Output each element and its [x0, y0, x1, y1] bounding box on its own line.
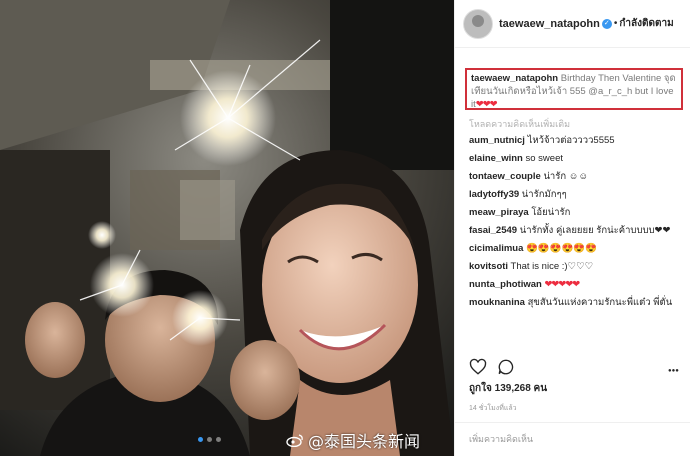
comment-text: น่ารัก ☺☺ — [543, 171, 589, 182]
more-options-icon[interactable]: ●●● — [668, 368, 679, 374]
caption-text-line1: Birthday Then — [560, 73, 620, 84]
heart-icon[interactable] — [469, 358, 487, 376]
carousel-dots — [198, 437, 221, 442]
carousel-dot-active[interactable] — [198, 437, 203, 442]
header-separator: • — [613, 18, 618, 29]
likes-count[interactable]: ถูกใจ 139,268 คน — [469, 381, 547, 396]
carousel-dot[interactable] — [216, 437, 221, 442]
caption-hearts: ❤❤❤ — [475, 99, 498, 110]
comment-username[interactable]: cicimalimua — [469, 243, 523, 254]
load-more-comments[interactable]: โหลดความคิดเห็นเพิ่มเติม — [469, 117, 570, 131]
comments-list: aum_nutnicj ไหว้จ้าวต่อวววว5555 elaine_w… — [469, 134, 683, 314]
comment-username[interactable]: aum_nutnicj — [469, 135, 525, 146]
post-timestamp: 14 ชั่วโมงที่แล้ว — [469, 405, 517, 412]
verified-badge-icon: ✓ — [601, 18, 612, 29]
comment-item: mouknanina สุขสันวันแห่งความรักนะพี่แต๋ว… — [469, 296, 683, 309]
comment-item: nunta_photiwan ❤❤❤❤❤ — [469, 278, 683, 291]
comment-username[interactable]: meaw_piraya — [469, 207, 529, 218]
comment-item: fasai_2549 น่ารักทั้ง คู่เลยยยย รักน่ะค้… — [469, 224, 683, 237]
comment-text: น่ารักทั้ง คู่เลยยยย รักน่ะค้าบบบบ❤❤ — [519, 225, 671, 236]
comment-text: That is nice :)♡♡♡ — [510, 261, 594, 272]
add-comment-input[interactable]: เพิ่มความคิดเห็น — [455, 422, 690, 456]
comment-text: โอ้ยน่ารัก — [531, 207, 571, 218]
post-actions — [469, 358, 515, 376]
comment-item: cicimalimua 😍😍😍😍😍😍 — [469, 242, 683, 255]
comment-username[interactable]: ladytoffy39 — [469, 189, 519, 200]
comment-item: tontaew_couple น่ารัก ☺☺ — [469, 170, 683, 183]
carousel-dot[interactable] — [207, 437, 212, 442]
comment-username[interactable]: elaine_winn — [469, 153, 523, 164]
comment-item: meaw_piraya โอ้ยน่ารัก — [469, 206, 683, 219]
weibo-watermark: @泰国头条新闻 — [286, 428, 420, 452]
comment-text: ไหว้จ้าวต่อวววว5555 — [527, 135, 615, 146]
comment-item: aum_nutnicj ไหว้จ้าวต่อวววว5555 — [469, 134, 683, 147]
comment-text: so sweet — [525, 153, 564, 164]
comment-username[interactable]: mouknanina — [469, 297, 525, 308]
comment-item: kovitsoti That is nice :)♡♡♡ — [469, 260, 683, 273]
comment-username[interactable]: nunta_photiwan — [469, 279, 542, 290]
weibo-icon — [286, 434, 303, 447]
comment-username[interactable]: fasai_2549 — [469, 225, 517, 236]
comment-item: ladytoffy39 น่ารักมักๆๆ — [469, 188, 683, 201]
header-username[interactable]: taewaew_natapohn — [499, 18, 600, 30]
comment-item: elaine_winn so sweet — [469, 152, 683, 165]
comment-username[interactable]: tontaew_couple — [469, 171, 541, 182]
post-side-panel: taewaew_natapohn ✓ • กำลังติดตาม taewaew… — [454, 0, 690, 456]
comment-text: 😍😍😍😍😍😍 — [526, 243, 598, 254]
comment-username[interactable]: kovitsoti — [469, 261, 508, 272]
avatar[interactable] — [463, 8, 493, 39]
caption-username[interactable]: taewaew_natapohn — [471, 73, 558, 84]
post-header: taewaew_natapohn ✓ • กำลังติดตาม — [455, 0, 690, 48]
caption-mention[interactable]: @a_r_c_h — [588, 86, 632, 97]
watermark-text: @泰国头条新闻 — [308, 432, 421, 451]
comment-text: น่ารักมักๆๆ — [521, 189, 567, 200]
comment-text: สุขสันวันแห่งความรักนะพี่แต๋ว พี่ตั่น — [527, 297, 673, 308]
selfie-photo — [0, 0, 454, 456]
comment-text: ❤❤❤❤❤ — [544, 279, 580, 290]
following-button[interactable]: กำลังติดตาม — [619, 16, 673, 31]
comment-icon[interactable] — [497, 358, 515, 376]
post-photo[interactable]: @泰国头条新闻 — [0, 0, 454, 456]
caption-highlight: taewaew_natapohn Birthday Then Valentine… — [465, 68, 683, 110]
